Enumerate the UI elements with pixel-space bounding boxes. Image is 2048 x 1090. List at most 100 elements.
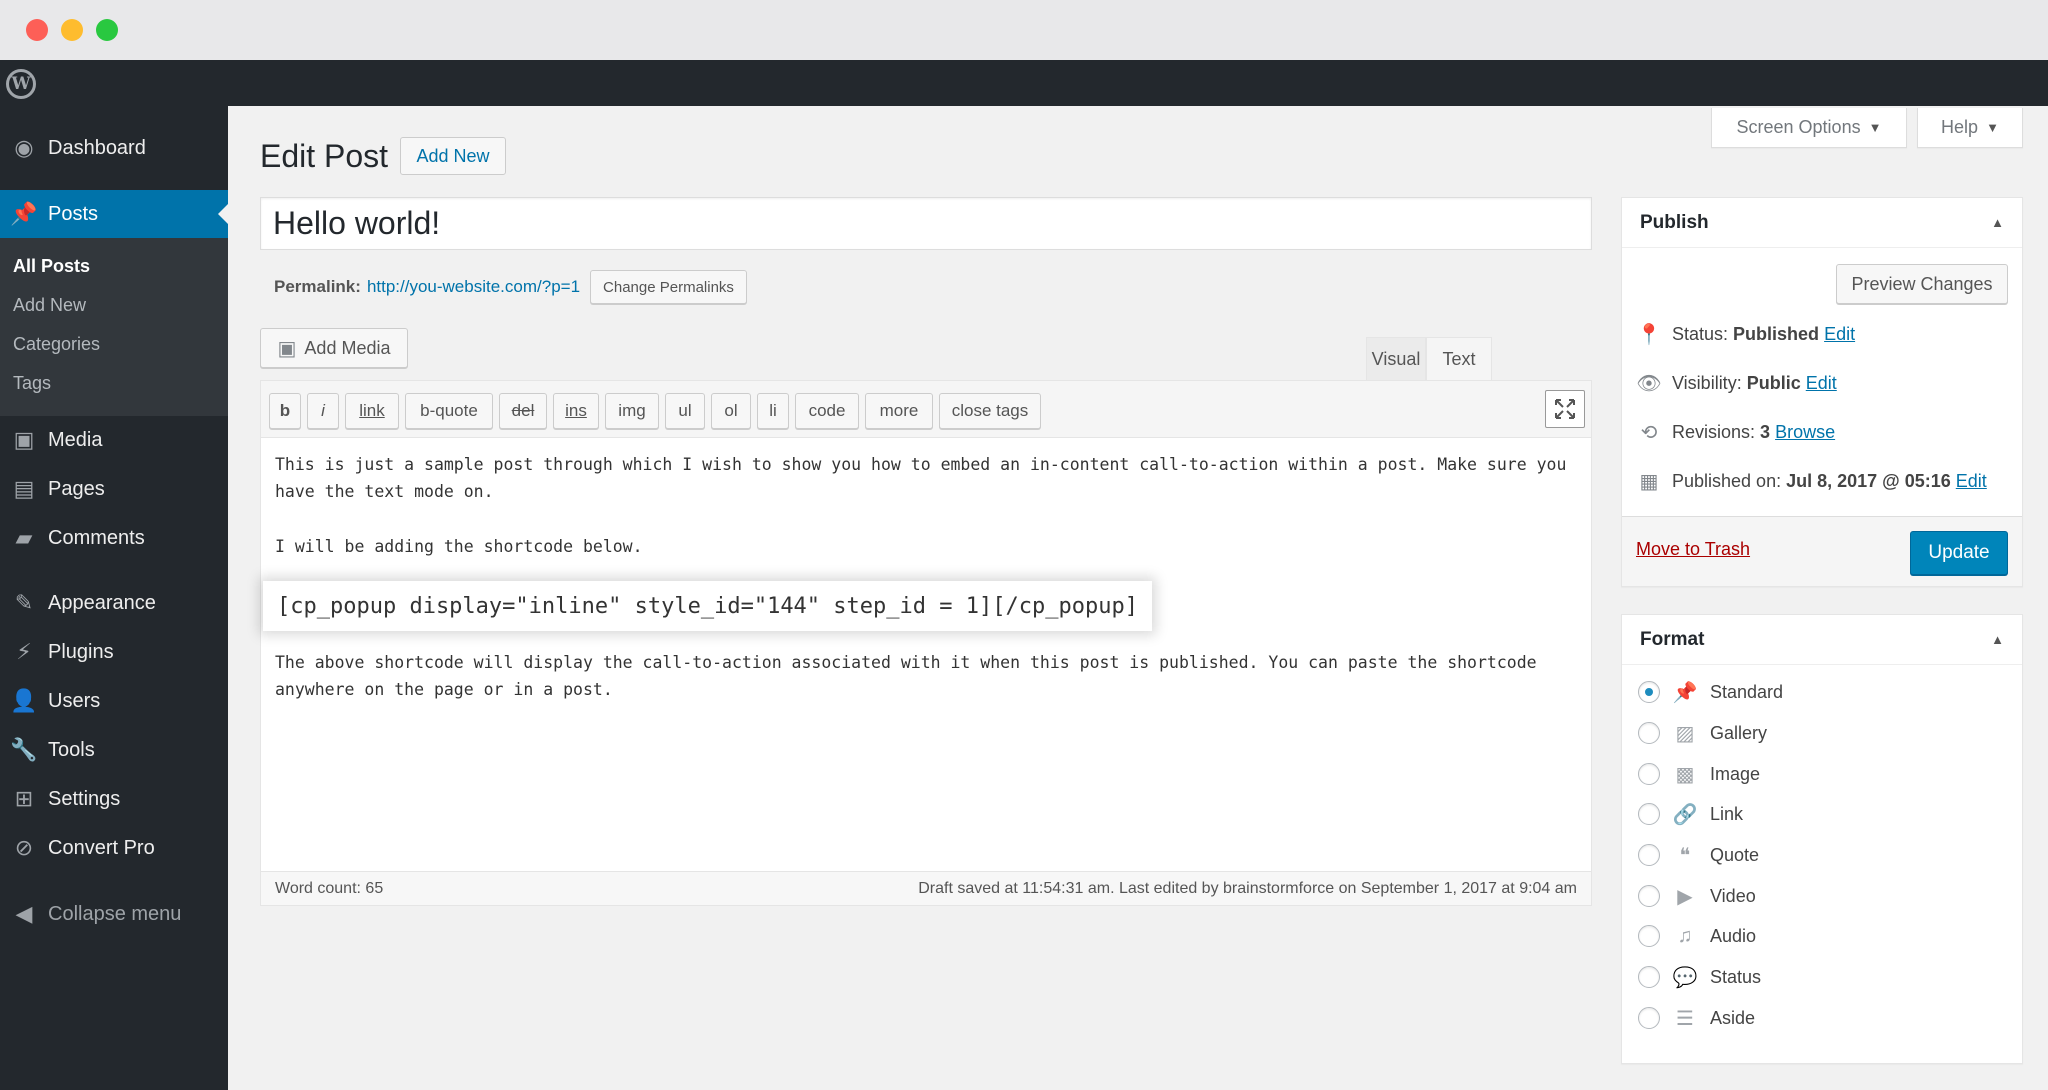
menu-item-media[interactable]: ▣ Media	[0, 416, 228, 464]
quicktag-li-button[interactable]: li	[757, 393, 789, 429]
permalink-link[interactable]: http://you-website.com/?p=1	[367, 277, 580, 297]
move-to-trash-link[interactable]: Move to Trash	[1636, 539, 1750, 560]
media-icon: ▣	[13, 427, 35, 452]
post-title-input[interactable]	[260, 197, 1592, 250]
quicktag-bold-button[interactable]: b	[269, 393, 301, 429]
format-option-aside[interactable]: ☰ Aside	[1638, 1003, 1755, 1033]
minimize-window-button[interactable]	[61, 19, 83, 41]
publish-visibility-row: 👁 Visibility: Public Edit	[1636, 373, 1837, 395]
menu-item-dashboard[interactable]: ◉ Dashboard	[0, 124, 228, 172]
posts-submenu: All Posts Add New Categories Tags	[0, 238, 228, 416]
quicktag-code-button[interactable]: code	[795, 393, 859, 429]
format-option-status[interactable]: 💬 Status	[1638, 962, 1761, 992]
radio-audio[interactable]	[1638, 925, 1660, 947]
quicktag-more-button[interactable]: more	[865, 393, 933, 429]
dashboard-icon: ◉	[14, 135, 34, 160]
gallery-icon: ▨	[1675, 722, 1695, 745]
tab-visual[interactable]: Visual	[1366, 337, 1426, 381]
collapse-arrow-icon[interactable]: ▲	[1991, 632, 2004, 647]
format-option-link[interactable]: 🔗 Link	[1638, 799, 1743, 829]
menu-item-pages[interactable]: ▤ Pages	[0, 465, 228, 513]
appearance-icon: ✎	[14, 590, 34, 615]
quicktag-close-tags-button[interactable]: close tags	[939, 393, 1041, 429]
admin-bar: W	[0, 60, 2048, 106]
status-icon: 💬	[1672, 966, 1698, 989]
radio-link[interactable]	[1638, 803, 1660, 825]
quicktag-ins-button[interactable]: ins	[553, 393, 599, 429]
radio-aside[interactable]	[1638, 1007, 1660, 1029]
wordpress-logo-icon[interactable]: W	[6, 69, 36, 99]
menu-item-appearance[interactable]: ✎ Appearance	[0, 579, 228, 627]
quicktag-del-button[interactable]: del	[499, 393, 547, 429]
menu-item-convert-pro[interactable]: ⊘ Convert Pro	[0, 824, 228, 872]
radio-gallery[interactable]	[1638, 722, 1660, 744]
submenu-add-new[interactable]: Add New	[13, 295, 86, 316]
format-box: Format ▲ 📌 Standard ▨ Gallery ▩ Image 🔗 …	[1621, 614, 2023, 1064]
radio-image[interactable]	[1638, 763, 1660, 785]
publish-box: Publish ▲ Preview Changes 📍 Status: Publ…	[1621, 197, 2023, 587]
format-option-video[interactable]: ▶ Video	[1638, 881, 1756, 911]
format-option-image[interactable]: ▩ Image	[1638, 759, 1760, 789]
preview-changes-button[interactable]: Preview Changes	[1836, 264, 2008, 304]
help-button[interactable]: Help ▼	[1917, 108, 2023, 148]
add-media-button[interactable]: ▣ Add Media	[260, 328, 408, 368]
quicktag-img-button[interactable]: img	[605, 393, 659, 429]
edit-visibility-link[interactable]: Edit	[1806, 373, 1837, 393]
users-icon: 👤	[10, 688, 38, 713]
tab-text[interactable]: Text	[1426, 337, 1492, 381]
format-option-standard[interactable]: 📌 Standard	[1638, 677, 1783, 707]
edit-status-link[interactable]: Edit	[1824, 324, 1855, 344]
publish-revisions-row: ⟲ Revisions: 3 Browse	[1636, 420, 1836, 445]
quicktag-bquote-button[interactable]: b-quote	[405, 393, 493, 429]
pin-icon: 📌	[1672, 681, 1698, 704]
convert-pro-icon: ⊘	[14, 835, 34, 860]
browse-revisions-link[interactable]: Browse	[1775, 422, 1835, 442]
menu-item-tools[interactable]: 🔧 Tools	[0, 726, 228, 774]
change-permalinks-button[interactable]: Change Permalinks	[590, 270, 747, 304]
permalink-row: Permalink: http://you-website.com/?p=1 C…	[274, 270, 747, 304]
caret-down-icon: ▼	[1986, 120, 1999, 135]
quicktags-toolbar: b i link b-quote del ins img ul ol li co…	[261, 381, 1591, 438]
submenu-categories[interactable]: Categories	[13, 334, 100, 355]
window-titlebar	[0, 0, 2048, 60]
screen-options-button[interactable]: Screen Options ▼	[1711, 108, 1907, 148]
format-option-gallery[interactable]: ▨ Gallery	[1638, 718, 1767, 748]
maximize-window-button[interactable]	[96, 19, 118, 41]
plugins-icon: ⚡	[16, 639, 32, 664]
edit-date-link[interactable]: Edit	[1956, 471, 1987, 491]
radio-status[interactable]	[1638, 966, 1660, 988]
add-new-post-button[interactable]: Add New	[400, 137, 506, 175]
publish-box-header[interactable]: Publish ▲	[1622, 198, 2022, 248]
aside-icon: ☰	[1676, 1007, 1694, 1030]
collapse-menu-button[interactable]: ◀ Collapse menu	[0, 890, 228, 938]
menu-item-plugins[interactable]: ⚡ Plugins	[0, 628, 228, 676]
settings-icon: ⊞	[14, 786, 34, 811]
radio-standard[interactable]	[1638, 681, 1660, 703]
update-button[interactable]: Update	[1910, 531, 2008, 575]
menu-item-users[interactable]: 👤 Users	[0, 677, 228, 725]
fullscreen-icon	[1555, 399, 1575, 419]
format-option-quote[interactable]: ❝ Quote	[1638, 840, 1759, 870]
radio-video[interactable]	[1638, 885, 1660, 907]
fullscreen-button[interactable]	[1545, 390, 1585, 428]
quicktag-ul-button[interactable]: ul	[665, 393, 705, 429]
quicktag-italic-button[interactable]: i	[307, 393, 339, 429]
video-icon: ▶	[1677, 885, 1693, 908]
quicktag-link-button[interactable]: link	[345, 393, 399, 429]
audio-icon: ♫	[1677, 924, 1693, 947]
submenu-tags[interactable]: Tags	[13, 373, 51, 394]
radio-quote[interactable]	[1638, 844, 1660, 866]
menu-item-comments[interactable]: ▰ Comments	[0, 514, 228, 562]
close-window-button[interactable]	[26, 19, 48, 41]
format-box-header[interactable]: Format ▲	[1622, 615, 2022, 665]
submenu-all-posts[interactable]: All Posts	[13, 256, 90, 277]
collapse-arrow-icon[interactable]: ▲	[1991, 215, 2004, 230]
editor-status-bar: Word count: 65 Draft saved at 11:54:31 a…	[261, 871, 1591, 905]
publish-actions: Move to Trash Update	[1622, 516, 2022, 586]
quicktag-ol-button[interactable]: ol	[711, 393, 751, 429]
shortcode-highlight: [cp_popup display="inline" style_id="144…	[263, 581, 1152, 631]
format-option-audio[interactable]: ♫ Audio	[1638, 921, 1756, 951]
menu-item-settings[interactable]: ⊞ Settings	[0, 775, 228, 823]
page-title: Edit Post	[260, 138, 389, 174]
menu-item-posts[interactable]: 📌 Posts	[0, 190, 228, 238]
